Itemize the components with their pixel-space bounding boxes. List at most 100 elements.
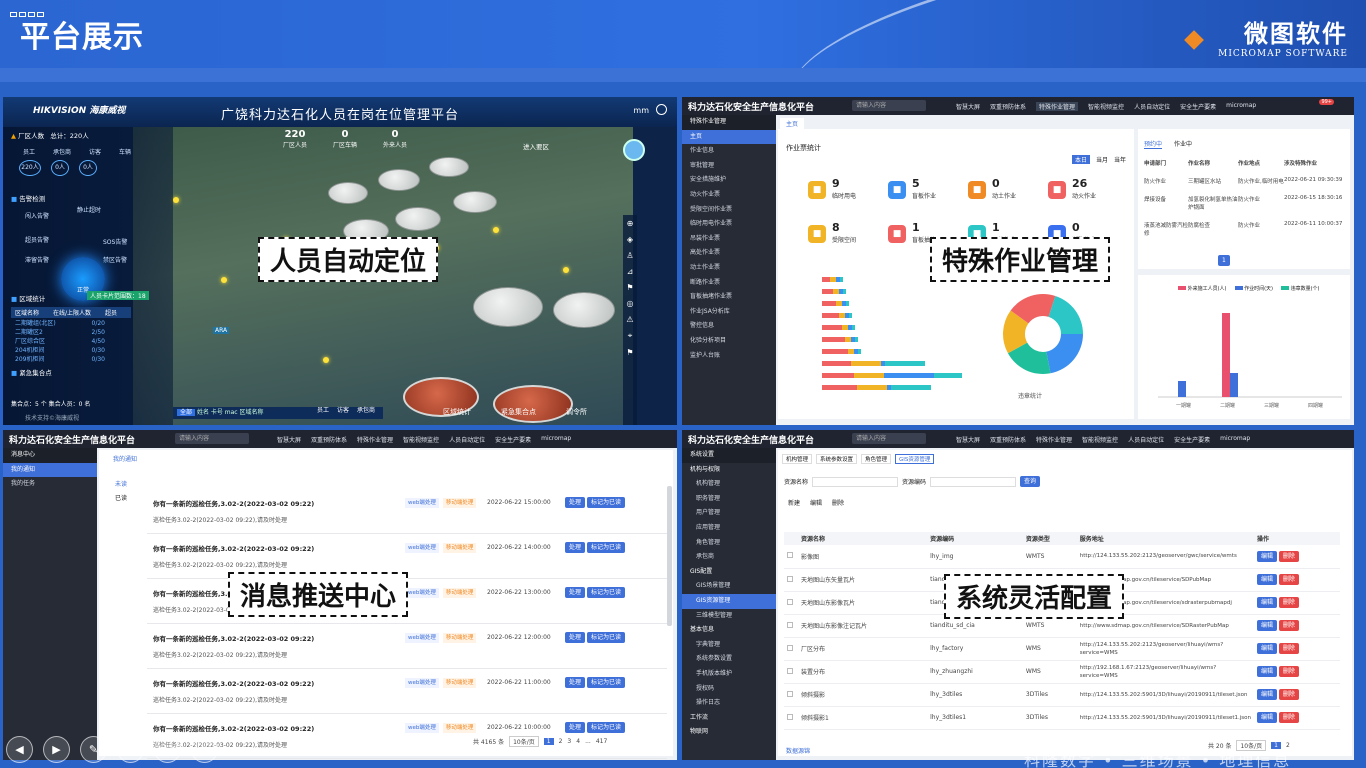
page-button[interactable]: 417	[596, 738, 607, 745]
row-checkbox[interactable]	[787, 644, 793, 651]
side-item[interactable]: 作业JSA分析库	[682, 305, 776, 320]
power-icon[interactable]	[656, 104, 667, 115]
message-item[interactable]: 你有一条新的巡检任务,3.02-2(2022-03-02 09:22) 巡检任务3…	[147, 625, 667, 669]
edit-button[interactable]: 编辑	[1256, 620, 1277, 631]
handle-button[interactable]: 处理	[565, 497, 586, 508]
new-button[interactable]: 新建	[788, 498, 800, 507]
alarm-item[interactable]: 禁区告警	[103, 255, 127, 264]
nav-item[interactable]: 智能视频监控	[1088, 102, 1124, 111]
delete-button[interactable]: 删除	[832, 498, 844, 507]
admin-search[interactable]: 请输入内容	[852, 100, 926, 111]
table-row[interactable]: 倾斜摄影 lhy_3dtiles 3DTiles http://124.133.55.…	[784, 683, 1340, 707]
side-item[interactable]: GIS场景管理	[682, 579, 776, 594]
nav-item[interactable]: micromap	[1226, 102, 1256, 111]
table-row[interactable]: 影像图 lhy_img WMTS http://124.133.55.202:2123…	[784, 545, 1340, 569]
side-item[interactable]: 职务管理	[682, 492, 776, 507]
row-checkbox[interactable]	[787, 575, 793, 582]
table-row[interactable]: 装置分布 lhy_zhuangzhi WMS http://192.168.1.67:…	[784, 660, 1340, 684]
filter-read[interactable]: 已读	[115, 492, 127, 506]
message-item[interactable]: 你有一条新的巡检任务,3.02-2(2022-03-02 09:22) 巡检任务3…	[147, 670, 667, 714]
delete-button[interactable]: 删除	[1278, 574, 1299, 585]
grid-icon[interactable]: ▦	[117, 736, 144, 763]
region-row[interactable]: 二期罐组(北区) 0/20	[15, 319, 105, 328]
side-item[interactable]: 操作日志	[682, 696, 776, 711]
region-row[interactable]: 209机柜间 0/30	[15, 355, 105, 364]
pin-icon[interactable]: ⌖	[628, 331, 633, 341]
nav-item[interactable]: 双重预防体系	[990, 102, 1026, 111]
person-pin[interactable]	[173, 197, 179, 203]
notify-badge[interactable]: 99+	[1319, 99, 1334, 105]
nav-item[interactable]: 智慧大屏	[277, 435, 301, 444]
delete-button[interactable]: 删除	[1278, 712, 1299, 723]
row-checkbox[interactable]	[787, 598, 793, 605]
side-item[interactable]: 我的任务	[3, 477, 97, 492]
page-button[interactable]: 1	[543, 738, 554, 745]
side-item[interactable]: GIS配置	[682, 565, 776, 580]
nav-item[interactable]: 智慧大屏	[956, 102, 980, 111]
side-item[interactable]: 监护人台账	[682, 349, 776, 364]
table-row[interactable]: 倾斜摄影1 lhy_3dtiles1 3DTiles http://124.133.5…	[784, 706, 1340, 730]
nav-item[interactable]: 人员自动定位	[1134, 102, 1170, 111]
tab[interactable]: 角色管理	[861, 454, 892, 464]
mark-read-button[interactable]: 标记为已读	[586, 722, 625, 733]
nav-item[interactable]: 双重预防体系	[990, 435, 1026, 444]
page-size-select[interactable]: 10条/页	[509, 736, 539, 747]
nav-item[interactable]: 智能视频监控	[403, 435, 439, 444]
side-item[interactable]: 角色管理	[682, 536, 776, 551]
measure-icon[interactable]: ⊿	[627, 267, 634, 276]
side-item[interactable]: 作业信息	[682, 144, 776, 159]
tab-dispatch[interactable]: 调令所	[566, 407, 587, 417]
next-icon[interactable]: ▶	[43, 736, 70, 763]
side-item[interactable]: 基本信息	[682, 623, 776, 638]
alarm-item[interactable]: 滞留告警	[25, 255, 49, 264]
tab-reserved[interactable]: 预约中	[1144, 139, 1163, 149]
mark-read-button[interactable]: 标记为已读	[586, 542, 625, 553]
side-item[interactable]: 化验分析项目	[682, 334, 776, 349]
delete-button[interactable]: 删除	[1278, 597, 1299, 608]
side-item[interactable]: 用户管理	[682, 506, 776, 521]
edit-button[interactable]: 编辑	[1256, 597, 1277, 608]
admin-search[interactable]: 请输入内容	[175, 433, 249, 444]
mark-read-button[interactable]: 标记为已读	[586, 632, 625, 643]
edit-button[interactable]: 编辑	[810, 498, 822, 507]
delete-button[interactable]: 删除	[1278, 620, 1299, 631]
delete-button[interactable]: 删除	[1278, 666, 1299, 677]
flag-icon[interactable]: ⚑	[626, 283, 633, 292]
prev-icon[interactable]: ◀	[6, 736, 33, 763]
alert-icon[interactable]: ⚠	[626, 315, 633, 324]
zoom-icon[interactable]: ⊕	[627, 219, 634, 228]
delete-button[interactable]: 删除	[1278, 643, 1299, 654]
side-item[interactable]: 手机版本维护	[682, 667, 776, 682]
handle-button[interactable]: 处理	[565, 722, 586, 733]
side-item[interactable]: 主页	[682, 129, 776, 145]
person-pin[interactable]	[493, 227, 499, 233]
breadcrumb[interactable]: 我的通知	[113, 454, 137, 463]
side-item[interactable]: 高处作业票	[682, 246, 776, 261]
pen-icon[interactable]: ✎	[80, 736, 107, 763]
nav-item[interactable]: 人员自动定位	[1128, 435, 1164, 444]
nav-item[interactable]: micromap	[541, 435, 571, 444]
code-input[interactable]	[930, 476, 1017, 487]
side-item[interactable]: 三维模型管理	[682, 609, 776, 624]
side-item[interactable]: 临时用电作业票	[682, 217, 776, 232]
side-item[interactable]: 授权码	[682, 682, 776, 697]
edit-button[interactable]: 编辑	[1256, 712, 1277, 723]
side-item[interactable]: 动火作业票	[682, 188, 776, 203]
delete-button[interactable]: 删除	[1278, 689, 1299, 700]
nav-item[interactable]: 特殊作业管理	[357, 435, 393, 444]
person-icon[interactable]: ♙	[626, 251, 633, 260]
page-button[interactable]: ...	[585, 738, 591, 745]
edit-button[interactable]: 编辑	[1256, 574, 1277, 585]
stat-tile[interactable]: ■ 9 临时用电	[808, 177, 888, 207]
tab[interactable]: GIS资源管理	[895, 454, 935, 464]
nav-item[interactable]: 安全生产要素	[1180, 102, 1216, 111]
stat-tile[interactable]: ■ 5 盲板作业	[888, 177, 968, 207]
nav-item[interactable]: 人员自动定位	[449, 435, 485, 444]
region-row[interactable]: 二期罐区2 2/50	[15, 328, 105, 337]
row-checkbox[interactable]	[787, 621, 793, 628]
side-item[interactable]: 工作流	[682, 711, 776, 726]
p1-user[interactable]: mm	[633, 106, 649, 115]
side-item[interactable]: 断路作业票	[682, 276, 776, 291]
page-button[interactable]: 3	[567, 738, 571, 745]
breadcrumb[interactable]: 主页	[780, 118, 805, 129]
